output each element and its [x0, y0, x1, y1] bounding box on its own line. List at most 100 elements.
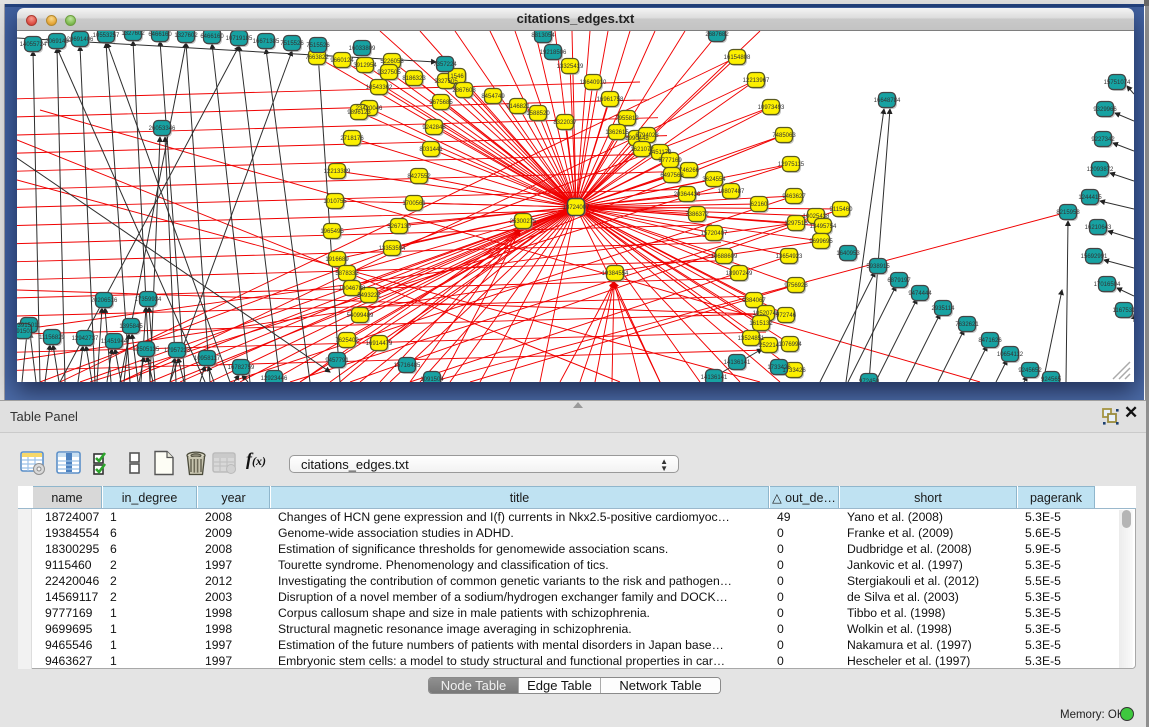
svg-text:17359934: 17359934	[135, 297, 162, 303]
svg-text:10654112: 10654112	[997, 352, 1024, 358]
svg-text:13495754: 13495754	[810, 224, 837, 230]
svg-text:1700561: 1700561	[402, 201, 426, 207]
svg-text:10807487: 10807487	[718, 189, 745, 195]
svg-text:12942737: 12942737	[72, 336, 99, 342]
svg-text:924565: 924565	[1041, 377, 1062, 382]
svg-text:2451172: 2451172	[649, 150, 673, 156]
svg-text:12213389: 12213389	[324, 169, 351, 175]
svg-text:12093872: 12093872	[1087, 167, 1114, 173]
svg-text:9146821: 9146821	[506, 104, 530, 110]
svg-text:9384067: 9384067	[742, 298, 766, 304]
svg-text:3912954: 3912954	[353, 63, 377, 69]
svg-text:15692991: 15692991	[1081, 254, 1108, 260]
svg-text:9896123: 9896123	[347, 110, 371, 116]
svg-text:54099489: 54099489	[347, 313, 374, 319]
svg-text:1297515: 1297515	[784, 221, 808, 227]
svg-text:1091504: 1091504	[420, 377, 444, 382]
svg-text:1076994: 1076994	[778, 342, 802, 348]
svg-text:3624554: 3624554	[702, 177, 726, 183]
svg-text:9115460: 9115460	[830, 207, 854, 213]
svg-text:7386372: 7386372	[685, 212, 709, 218]
svg-text:8813054: 8813054	[531, 33, 555, 39]
svg-text:9242848: 9242848	[422, 125, 446, 131]
svg-text:25300275: 25300275	[510, 219, 537, 225]
svg-text:9777169: 9777169	[658, 158, 682, 164]
svg-text:12975115: 12975115	[778, 162, 805, 168]
svg-text:20364436: 20364436	[674, 192, 701, 198]
svg-text:9756928: 9756928	[784, 283, 808, 289]
svg-text:62160: 62160	[751, 202, 768, 208]
svg-text:16210643: 16210643	[1085, 225, 1112, 231]
svg-text:5878332: 5878332	[335, 271, 359, 277]
svg-text:10688609: 10688609	[711, 254, 738, 260]
svg-text:7625402: 7625402	[335, 338, 359, 344]
svg-text:2867608: 2867608	[452, 88, 476, 94]
svg-text:1546: 1546	[450, 74, 464, 80]
svg-text:9327505: 9327505	[377, 70, 401, 76]
svg-text:15720407: 15720407	[701, 231, 728, 237]
svg-text:391501: 391501	[17, 329, 34, 335]
svg-text:6879197: 6879197	[887, 278, 911, 284]
svg-text:13325419: 13325419	[557, 64, 584, 70]
svg-text:11451944: 11451944	[101, 339, 128, 345]
svg-text:13654923: 13654923	[776, 254, 803, 260]
svg-text:14136141: 14136141	[724, 360, 751, 366]
svg-text:1640953: 1640953	[836, 251, 860, 257]
svg-text:6466160: 6466160	[148, 32, 172, 38]
svg-text:1733426: 1733426	[767, 365, 791, 371]
svg-text:972746: 972746	[776, 313, 797, 319]
svg-text:3267130: 3267130	[387, 224, 411, 230]
svg-text:19384554: 19384554	[602, 271, 629, 277]
svg-text:5938915: 5938915	[866, 264, 890, 270]
svg-text:8427552: 8427552	[407, 174, 431, 180]
svg-text:5493222: 5493222	[357, 293, 381, 299]
svg-text:9245652: 9245652	[1018, 368, 1042, 374]
svg-text:9329966: 9329966	[1093, 107, 1117, 113]
svg-text:12213967: 12213967	[743, 78, 770, 84]
svg-text:7357224: 7357224	[433, 62, 457, 68]
svg-text:18907249: 18907249	[726, 271, 753, 277]
svg-text:10973493: 10973493	[758, 105, 785, 111]
svg-text:1395845: 1395845	[119, 324, 143, 330]
svg-text:2687682: 2687682	[705, 32, 729, 38]
svg-text:9463627: 9463627	[782, 194, 806, 200]
svg-text:7515526: 7515526	[280, 41, 304, 47]
svg-text:20206516: 20206516	[91, 298, 118, 304]
svg-text:14055724: 14055724	[20, 42, 47, 48]
svg-text:8186323: 8186323	[402, 76, 426, 82]
svg-text:2935114: 2935114	[932, 306, 956, 312]
svg-text:15751074: 15751074	[1104, 80, 1131, 86]
svg-text:7955812: 7955812	[615, 116, 639, 122]
svg-text:10958117: 10958117	[194, 356, 221, 362]
svg-text:12505135: 12505135	[133, 347, 160, 353]
svg-text:19218506: 19218506	[540, 50, 567, 56]
svg-text:16033809: 16033809	[349, 46, 376, 52]
svg-text:252214: 252214	[759, 343, 780, 349]
svg-text:972450: 972450	[859, 379, 880, 382]
svg-text:14136141: 14136141	[701, 375, 728, 381]
svg-text:5226058: 5226058	[380, 59, 404, 65]
svg-text:18640910: 18640910	[580, 80, 607, 86]
svg-text:13524851: 13524851	[738, 336, 765, 342]
svg-text:16782759: 16782759	[228, 365, 255, 371]
svg-text:1965495: 1965495	[320, 229, 344, 235]
svg-text:3675685: 3675685	[429, 100, 453, 106]
svg-text:8454749: 8454749	[481, 94, 505, 100]
svg-text:13353594: 13353594	[379, 246, 406, 252]
svg-text:17957223: 17957223	[164, 348, 191, 354]
svg-text:9474444: 9474444	[908, 291, 932, 297]
svg-text:8031441: 8031441	[419, 147, 443, 153]
svg-text:7485063: 7485063	[772, 133, 796, 139]
svg-text:7663822: 7663822	[305, 55, 329, 61]
svg-text:1916689: 1916689	[325, 257, 349, 263]
svg-text:16914479: 16914479	[366, 341, 393, 347]
svg-text:15716485: 15716485	[394, 363, 421, 369]
svg-text:10719185: 10719185	[226, 36, 253, 42]
svg-text:6794028: 6794028	[635, 133, 659, 139]
svg-text:11156829: 11156829	[39, 335, 65, 341]
svg-text:1010755: 1010755	[323, 199, 347, 205]
svg-text:9660124: 9660124	[330, 58, 354, 64]
svg-text:7515526: 7515526	[306, 43, 330, 49]
svg-text:8215958: 8215958	[1056, 210, 1080, 216]
svg-text:1588520: 1588520	[526, 111, 550, 117]
